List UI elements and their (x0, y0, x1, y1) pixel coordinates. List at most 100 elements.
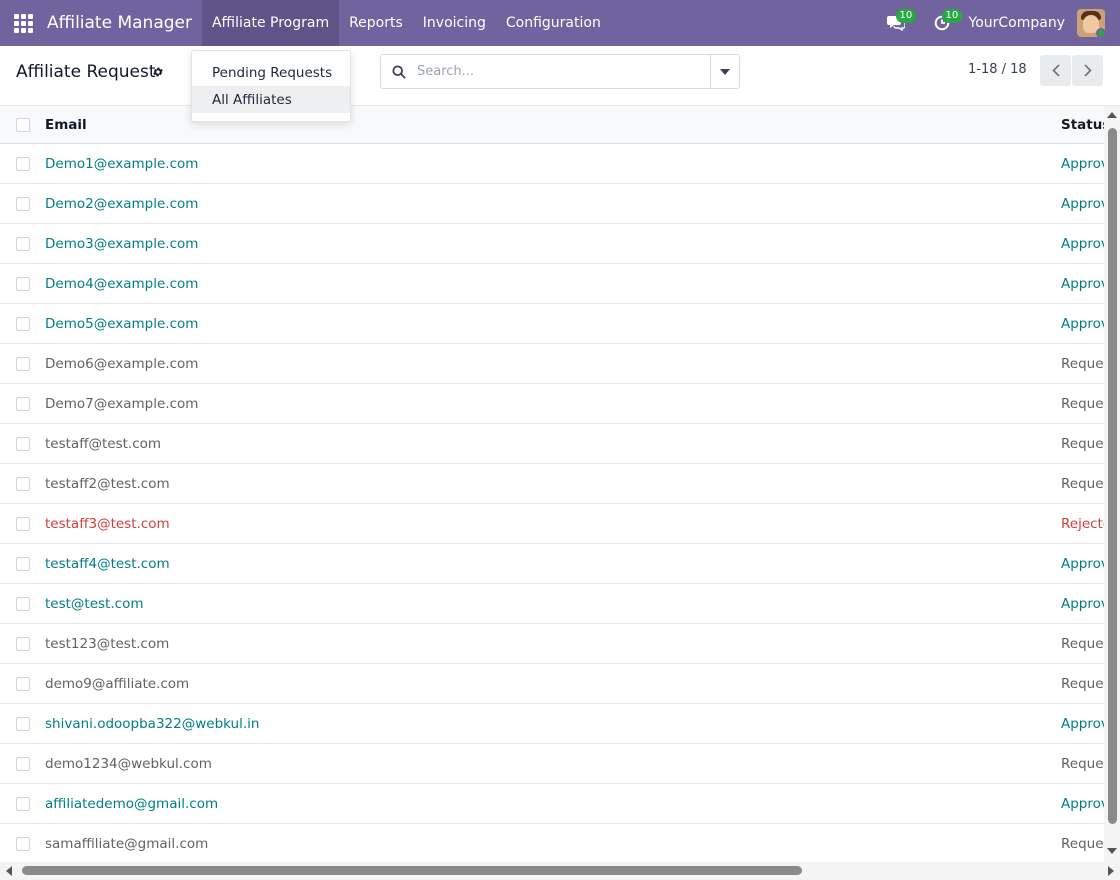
search-input[interactable] (417, 55, 710, 88)
activities-button[interactable]: 10 (919, 0, 965, 46)
vertical-scrollbar[interactable] (1104, 106, 1120, 862)
control-panel: Affiliate Request 1-18 / 18 (0, 46, 1120, 106)
cell-status: Approved (1061, 555, 1104, 572)
affiliate-program-dropdown: Pending Requests All Affiliates (191, 50, 351, 122)
dropdown-item-pending-requests[interactable]: Pending Requests (192, 59, 350, 86)
row-checkbox[interactable] (16, 516, 30, 531)
row-checkbox[interactable] (16, 276, 30, 291)
table-row[interactable]: samaffiliate@gmail.com Requested (0, 824, 1104, 862)
row-checkbox[interactable] (16, 636, 30, 651)
table-row[interactable]: demo9@affiliate.com Requested (0, 664, 1104, 704)
row-checkbox[interactable] (16, 556, 30, 571)
cell-status: Approved (1061, 155, 1104, 172)
horizontal-scrollbar[interactable] (0, 862, 1120, 880)
list-body: Demo1@example.comApprovedDemo2@example.c… (0, 144, 1104, 862)
table-row[interactable]: test123@test.com Requested (0, 624, 1104, 664)
scroll-down-icon[interactable] (1107, 848, 1117, 854)
chevron-left-icon (1051, 64, 1060, 77)
scroll-right-icon[interactable] (1108, 866, 1114, 876)
select-all-checkbox[interactable] (16, 117, 30, 132)
horizontal-scroll-thumb[interactable] (22, 866, 802, 875)
row-checkbox[interactable] (16, 316, 30, 331)
cell-status: Approved (1061, 595, 1104, 612)
app-menu-grid-icon[interactable] (0, 0, 46, 46)
cell-status: Approved (1061, 315, 1104, 332)
table-row[interactable]: Demo5@example.com Approved (0, 304, 1104, 344)
row-checkbox[interactable] (16, 756, 30, 771)
cell-status: Requested (1061, 835, 1104, 852)
app-brand[interactable]: Affiliate Manager (46, 13, 192, 33)
table-row[interactable]: testaff2@test.com Requested (0, 464, 1104, 504)
top-navbar: Affiliate Manager Affiliate Program Repo… (0, 0, 1120, 46)
column-header-status[interactable]: Status (1061, 117, 1104, 133)
table-row[interactable]: shivani.odoopba322@webkul.in Approved (0, 704, 1104, 744)
table-row[interactable]: Demo4@example.com Approved (0, 264, 1104, 304)
vertical-scroll-thumb[interactable] (1108, 128, 1117, 824)
user-avatar[interactable] (1077, 9, 1105, 37)
dropdown-item-all-affiliates[interactable]: All Affiliates (192, 86, 350, 113)
table-row[interactable]: Demo7@example.com Requested (0, 384, 1104, 424)
row-checkbox[interactable] (16, 796, 30, 811)
cell-email: test123@test.com (45, 635, 170, 652)
cell-email: test@test.com (45, 595, 144, 612)
table-row[interactable]: testaff4@test.com Approved (0, 544, 1104, 584)
cell-email: Demo1@example.com (45, 155, 199, 172)
table-row[interactable]: Demo1@example.com Approved (0, 144, 1104, 184)
cell-email: affiliatedemo@gmail.com (45, 795, 219, 812)
cell-status: Requested (1061, 755, 1104, 772)
cell-email: demo9@affiliate.com (45, 675, 190, 692)
column-header-email[interactable]: Email (45, 117, 87, 133)
row-checkbox[interactable] (16, 236, 30, 251)
cell-email: testaff4@test.com (45, 555, 170, 572)
row-checkbox[interactable] (16, 356, 30, 371)
row-checkbox[interactable] (16, 476, 30, 491)
messages-button[interactable]: 10 (873, 0, 919, 46)
table-row[interactable]: affiliatedemo@gmail.com Approved (0, 784, 1104, 824)
cell-status: Approved (1061, 275, 1104, 292)
cell-email: testaff@test.com (45, 435, 162, 452)
table-row[interactable]: testaff3@test.com Rejected (0, 504, 1104, 544)
cell-status: Requested (1061, 475, 1104, 492)
cell-status: Approved (1061, 715, 1104, 732)
menu-affiliate-program[interactable]: Affiliate Program (201, 0, 340, 46)
row-checkbox[interactable] (16, 436, 30, 451)
table-row[interactable]: testaff@test.com Requested (0, 424, 1104, 464)
pager-previous-button[interactable] (1040, 55, 1071, 86)
cell-email: demo1234@webkul.com (45, 755, 212, 772)
table-row[interactable]: test@test.com Approved (0, 584, 1104, 624)
row-checkbox[interactable] (16, 196, 30, 211)
table-row[interactable]: Demo2@example.com Approved (0, 184, 1104, 224)
search-icon (381, 55, 417, 88)
table-row[interactable]: demo1234@webkul.com Requested (0, 744, 1104, 784)
row-checkbox[interactable] (16, 716, 30, 731)
table-row[interactable]: Demo6@example.com Requested (0, 344, 1104, 384)
cell-email: Demo4@example.com (45, 275, 199, 292)
messages-count-badge: 10 (895, 9, 917, 23)
cell-status: Approved (1061, 195, 1104, 212)
search-options-toggle[interactable] (710, 55, 739, 88)
list-header: Email Status (0, 106, 1104, 144)
activities-count-badge: 10 (941, 9, 963, 23)
pager-next-button[interactable] (1072, 55, 1103, 86)
cell-email: testaff3@test.com (45, 515, 170, 532)
pager-value[interactable]: 1-18 / 18 (968, 62, 1027, 77)
row-checkbox[interactable] (16, 596, 30, 611)
menu-reports[interactable]: Reports (339, 0, 413, 46)
scroll-left-icon[interactable] (6, 866, 12, 876)
cell-status: Requested (1061, 355, 1104, 372)
company-switcher[interactable]: YourCompany (969, 15, 1066, 31)
menu-configuration[interactable]: Configuration (496, 0, 611, 46)
row-checkbox[interactable] (16, 156, 30, 171)
online-status-icon (1096, 28, 1105, 37)
gear-icon[interactable] (152, 66, 164, 78)
cell-email: testaff2@test.com (45, 475, 170, 492)
search-box (380, 54, 740, 89)
cell-status: Approved (1061, 235, 1104, 252)
scroll-up-icon[interactable] (1107, 112, 1117, 118)
menu-invoicing[interactable]: Invoicing (413, 0, 496, 46)
cell-status: Approved (1061, 795, 1104, 812)
row-checkbox[interactable] (16, 396, 30, 411)
row-checkbox[interactable] (16, 836, 30, 851)
table-row[interactable]: Demo3@example.com Approved (0, 224, 1104, 264)
row-checkbox[interactable] (16, 676, 30, 691)
